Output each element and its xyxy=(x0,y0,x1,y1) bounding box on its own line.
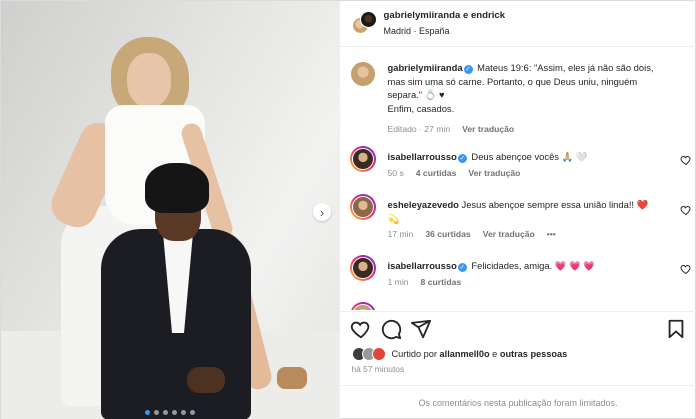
comment-meta: 17 min 36 curtidas Ver tradução ••• xyxy=(388,229,556,239)
save-bookmark-icon[interactable] xyxy=(665,318,687,340)
comment-time: 50 s xyxy=(387,168,404,178)
comment-username[interactable]: isabellarrousso xyxy=(388,151,457,162)
caption-text: gabrielymiiranda ✓ Mateus 19:6: "Assim, e… xyxy=(388,61,670,115)
see-translation-link[interactable]: Ver tradução xyxy=(483,229,535,239)
liked-by-user[interactable]: allanmell0o xyxy=(440,349,490,359)
comment-likes[interactable]: 36 curtidas xyxy=(425,229,470,239)
liked-by: Curtido por allanmell0o e outras pessoas xyxy=(351,347,567,361)
liked-by-prefix: Curtido por xyxy=(391,349,437,359)
verified-badge-icon: ✓ xyxy=(457,263,467,272)
caption-username[interactable]: gabrielymiiranda xyxy=(388,62,463,73)
carousel-next-button[interactable]: › xyxy=(313,203,331,221)
comment-body: Felicidades, amiga. 💗 💗 💗 xyxy=(468,260,596,271)
photo-woman-face xyxy=(127,53,171,107)
like-heart-icon[interactable] xyxy=(350,318,372,340)
instagram-post: › gabrielymiiranda e endrick Madrid · Es… xyxy=(0,0,696,419)
carousel-dot xyxy=(154,410,159,415)
caption-line: Enfim, casados. xyxy=(387,102,455,114)
heart-icon[interactable] xyxy=(679,154,692,166)
comments-list[interactable]: gabrielymiiranda ✓ Mateus 19:6: "Assim, e… xyxy=(340,48,696,310)
carousel-dot xyxy=(190,410,195,415)
comment-body: Jesus abençoe sempre essa união linda!! … xyxy=(458,199,649,210)
photo-man-hands xyxy=(187,367,225,393)
avatar[interactable] xyxy=(349,255,376,281)
caption-line: separa." 💍 ♥ xyxy=(387,89,445,100)
avatar[interactable] xyxy=(349,146,376,172)
post-location[interactable]: Madrid · España xyxy=(384,26,450,36)
see-translation-link[interactable]: Ver tradução xyxy=(462,124,514,134)
comment-time: 17 min xyxy=(387,229,414,239)
comment-likes[interactable]: 8 curtidas xyxy=(421,277,462,287)
comment-body: Deus abençoe vocês 🙏🏼 🤍 xyxy=(468,151,588,162)
comment-body: 💫 xyxy=(387,212,400,224)
avatar[interactable] xyxy=(349,302,376,310)
comments-limited-notice: Os comentários nesta publicação foram li… xyxy=(339,385,696,419)
photo-shoe xyxy=(277,367,307,389)
post-side-panel: gabrielymiiranda e endrick Madrid · Espa… xyxy=(338,1,696,419)
avatar xyxy=(371,347,386,361)
carousel-dot xyxy=(172,410,177,415)
comment-meta: 50 s 4 curtidas Ver tradução xyxy=(388,168,521,178)
see-translation-link[interactable]: Ver tradução xyxy=(468,168,520,178)
liker-avatars[interactable] xyxy=(351,347,388,361)
more-options-icon[interactable]: ••• xyxy=(547,229,556,239)
caption-line: Mateus 19:6: "Assim, eles já não são doi… xyxy=(474,62,654,73)
avatar xyxy=(359,11,377,28)
caption-edited: Editado · 27 min xyxy=(387,124,451,134)
liked-by-others[interactable]: outras pessoas xyxy=(500,349,567,359)
comment-text: isabellarrousso ✓ Deus abençoe vocês 🙏🏼 🤍 xyxy=(388,150,670,164)
post-authors[interactable]: gabrielymiiranda e endrick xyxy=(384,10,506,21)
avatar[interactable] xyxy=(349,61,376,87)
comment-username[interactable]: isabellarrousso xyxy=(388,260,457,271)
carousel-indicator xyxy=(145,410,195,415)
heart-icon[interactable] xyxy=(679,204,692,216)
post-header: gabrielymiiranda e endrick Madrid · Espa… xyxy=(339,1,696,47)
carousel-dot-active xyxy=(145,410,150,415)
caption-line: mas sim uma só carne. Portanto, o que De… xyxy=(387,75,638,87)
action-bar xyxy=(339,311,696,345)
comment-text: isabellarrousso ✓ Felicidades, amiga. 💗 💗… xyxy=(388,259,670,273)
share-icon[interactable] xyxy=(410,318,432,340)
comment-icon[interactable] xyxy=(380,318,402,340)
post-photo[interactable]: › xyxy=(1,1,339,419)
verified-badge-icon: ✓ xyxy=(463,65,473,74)
verified-badge-icon: ✓ xyxy=(457,154,467,163)
comment-time: 1 min xyxy=(387,277,409,287)
carousel-dot xyxy=(163,410,168,415)
avatar[interactable] xyxy=(349,194,376,220)
chevron-right-icon: › xyxy=(319,204,325,220)
comment-meta: 1 min 8 curtidas xyxy=(388,277,462,287)
carousel-dot xyxy=(181,410,186,415)
post-timestamp[interactable]: há 57 minutos xyxy=(352,364,405,374)
author-avatars[interactable] xyxy=(351,11,377,35)
caption-meta: Editado · 27 min Ver tradução xyxy=(388,124,515,134)
heart-icon[interactable] xyxy=(679,263,692,275)
liked-by-middle: e xyxy=(492,349,498,359)
comment-likes[interactable]: 4 curtidas xyxy=(416,168,457,178)
photo-man-hair xyxy=(145,163,209,213)
comment-text: esheleyazevedo Jesus abençoe sempre essa… xyxy=(388,198,670,225)
comment-username[interactable]: esheleyazevedo xyxy=(388,199,459,210)
